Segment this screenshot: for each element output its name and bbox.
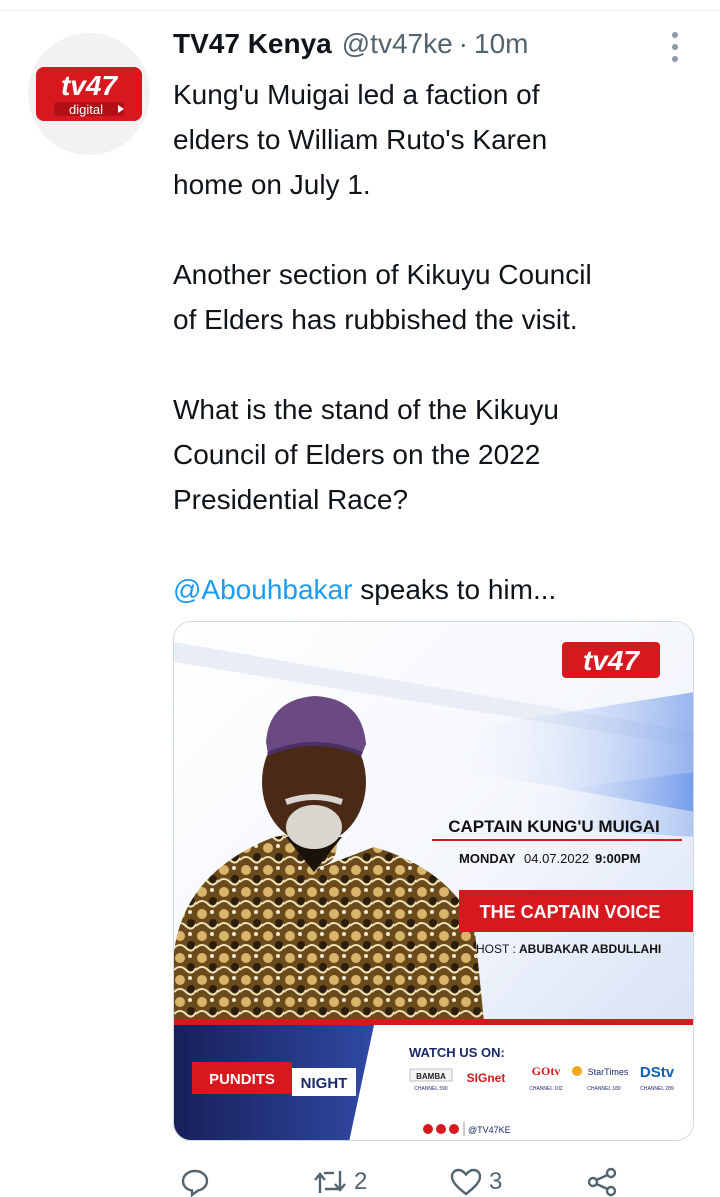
like-count: 3: [489, 1168, 503, 1195]
tweet-timestamp[interactable]: 10m: [474, 28, 528, 60]
logo-subtext: digital: [69, 102, 103, 117]
guest-name: CAPTAIN KUNG'U MUIGAI: [448, 817, 660, 836]
logo-text: tv47: [61, 70, 118, 101]
instagram-icon: [436, 1124, 446, 1134]
facebook-icon: [423, 1124, 433, 1134]
tv47-digital-logo: tv47 digital: [36, 67, 142, 121]
schedule-time: 9:00PM: [595, 851, 641, 866]
avatar[interactable]: tv47 digital: [28, 33, 150, 155]
share-icon: [587, 1167, 617, 1197]
watch-label: WATCH US ON:: [409, 1045, 505, 1060]
retweet-count: 2: [354, 1168, 368, 1195]
author-handle[interactable]: @tv47ke: [342, 28, 453, 60]
tweet-line: Council of Elders on the 2022: [173, 439, 541, 470]
tweet-line: elders to William Ruto's Karen: [173, 124, 548, 155]
heart-icon: [450, 1168, 482, 1196]
tweet-line: Presidential Race?: [173, 484, 409, 515]
tweet-line: Another section of Kikuyu Council: [173, 259, 592, 290]
show-title: THE CAPTAIN VOICE: [480, 902, 661, 922]
channel-gotv: GOtv: [532, 1064, 561, 1078]
tweet-actions: 2 3: [0, 1160, 720, 1197]
schedule-date: 04.07.2022: [524, 851, 589, 866]
poster-logo-text: tv47: [583, 645, 640, 676]
mention-link[interactable]: @Abouhbakar: [173, 574, 352, 605]
retweet-button[interactable]: 2: [312, 1166, 367, 1197]
channel-startimes-number: CHANNEL 180: [587, 1086, 621, 1092]
tweet-mention-line: @Abouhbakar speaks to him...: [173, 567, 693, 612]
channel-bamba: BAMBA: [416, 1072, 446, 1081]
mention-suffix: speaks to him...: [352, 574, 557, 605]
reply-button[interactable]: [180, 1166, 216, 1197]
host-name: ABUBAKAR ABDULLAHI: [519, 942, 661, 956]
reply-icon: [181, 1169, 209, 1197]
like-button[interactable]: 3: [449, 1166, 502, 1197]
host-label: HOST :: [476, 942, 516, 956]
schedule-day: MONDAY: [459, 851, 516, 866]
tweet-line: What is the stand of the Kikuyu: [173, 394, 559, 425]
social-handle: @TV47KE: [468, 1125, 511, 1135]
promo-poster: tv47 CAPTAIN KUNG'U MUIGAI MONDAY 04.07.…: [174, 622, 693, 1140]
tweet-line: of Elders has rubbished the visit.: [173, 304, 578, 335]
program-name-b: NIGHT: [301, 1075, 348, 1092]
channel-startimes: StarTimes: [588, 1067, 629, 1077]
retweet-icon: [314, 1171, 346, 1193]
channel-signet: SIGnet: [467, 1071, 506, 1085]
tv47-poster-logo: tv47: [562, 642, 660, 678]
channel-gotv-number: CHANNEL 102: [529, 1086, 563, 1092]
tweet-line: home on July 1.: [173, 169, 371, 200]
top-divider: [0, 10, 720, 11]
channel-dstv-number: CHANNEL 289: [640, 1086, 674, 1092]
schedule: MONDAY 04.07.2022 9:00PM: [459, 851, 641, 866]
twitter-icon: [449, 1124, 459, 1134]
media-card[interactable]: tv47 CAPTAIN KUNG'U MUIGAI MONDAY 04.07.…: [173, 621, 694, 1141]
more-options-icon[interactable]: [664, 30, 686, 64]
program-name-a: PUNDITS: [209, 1071, 275, 1088]
channel-bamba-number: CHANNEL 590: [414, 1086, 448, 1092]
tweet-line: Kung'u Muigai led a faction of: [173, 79, 540, 110]
channel-dstv: DStv: [640, 1064, 675, 1081]
header-separator: ·: [458, 28, 468, 59]
author-name[interactable]: TV47 Kenya: [173, 28, 332, 60]
tweet-header: TV47 Kenya @tv47ke · 10m: [173, 28, 528, 68]
share-button[interactable]: [585, 1166, 619, 1197]
tweet-text: Kung'u Muigai led a faction of elders to…: [173, 72, 693, 612]
